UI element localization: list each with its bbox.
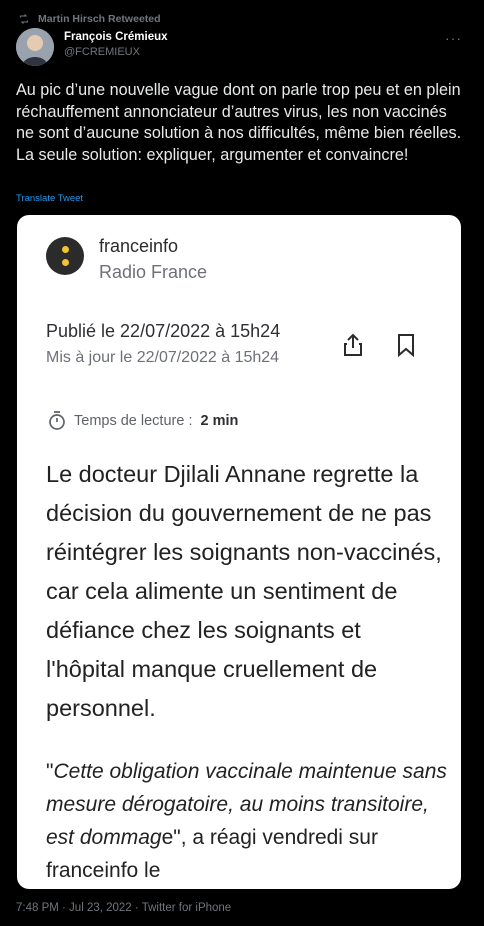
article-quote: "Cette obligation vaccinale maintenue sa… [46, 755, 451, 887]
tweet-text: Au pic d’une nouvelle vague dont on parl… [16, 81, 462, 164]
avatar[interactable] [16, 28, 54, 66]
reading-time: Temps de lecture : 2 min [48, 411, 238, 431]
timer-icon [49, 411, 65, 430]
more-icon[interactable]: ··· [445, 30, 462, 46]
translate-link[interactable]: Translate Tweet [16, 193, 83, 204]
published-date: Publié le 22/07/2022 à 15h24 [46, 321, 281, 341]
bookmark-icon [398, 334, 414, 357]
brand-name: franceinfo [99, 236, 179, 256]
tweet-timestamp[interactable]: 7:48 PM · Jul 23, 2022 · Twitter for iPh… [16, 902, 231, 914]
share-icon [344, 333, 362, 356]
retweet-indicator[interactable]: Martin Hirsch Retweeted [18, 10, 161, 28]
author-block[interactable]: François Crémieux @FCREMIEUX [64, 30, 168, 60]
reading-time-value: 2 min [200, 413, 239, 429]
retweet-label: Martin Hirsch Retweeted [38, 13, 161, 25]
author-handle[interactable]: @FCREMIEUX [64, 45, 168, 60]
brand-block: franceinfo Radio France [99, 233, 207, 285]
media-image[interactable]: franceinfo Radio France Publié le 22/07/… [17, 215, 461, 889]
retweet-icon [19, 14, 29, 24]
brand-sub: Radio France [99, 262, 208, 282]
updated-date: Mis à jour le 22/07/2022 à 15h24 [46, 349, 280, 366]
reading-time-label: Temps de lecture : [74, 413, 193, 429]
article-lead: Le docteur Djilali Annane regrette la dé… [46, 461, 442, 721]
franceinfo-logo-icon [46, 237, 84, 275]
author-name[interactable]: François Crémieux [64, 30, 168, 45]
avatar-image [16, 28, 54, 66]
